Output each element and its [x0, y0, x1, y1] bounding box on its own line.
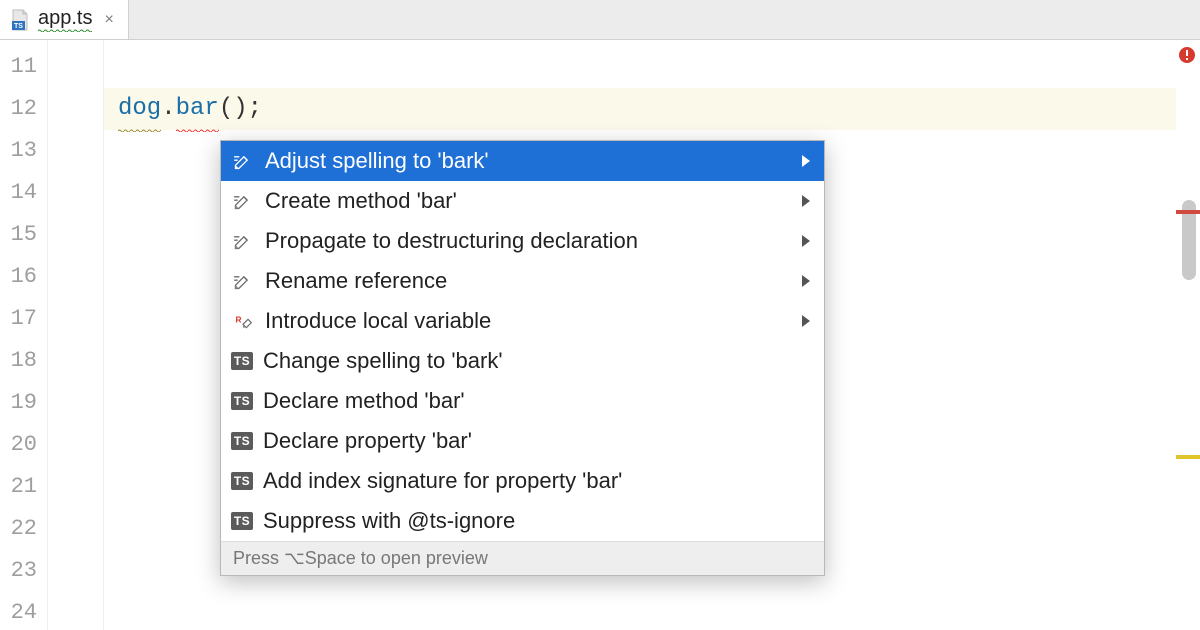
line-number: 20: [0, 424, 47, 466]
tab-close-icon[interactable]: ×: [104, 11, 113, 29]
typescript-file-icon: TS: [8, 8, 32, 32]
intention-actions-popup: Adjust spelling to 'bark' Create method '…: [220, 140, 825, 576]
pencil-icon: [231, 189, 255, 213]
submenu-arrow-icon: [802, 235, 810, 247]
tab-bar: TS app.ts ×: [0, 0, 1200, 40]
intention-label: Declare method 'bar': [263, 388, 810, 414]
intention-item-7[interactable]: TS Declare property 'bar': [221, 421, 824, 461]
intention-item-2[interactable]: Propagate to destructuring declaration: [221, 221, 824, 261]
tab-filename: app.ts: [38, 7, 92, 32]
line-number: 14: [0, 172, 47, 214]
line-number: 17: [0, 298, 47, 340]
pencil-icon: [231, 229, 255, 253]
line-number: 16: [0, 256, 47, 298]
typescript-badge-icon: TS: [231, 392, 253, 410]
identifier-dog[interactable]: dog: [118, 88, 161, 132]
intention-item-5[interactable]: TS Change spelling to 'bark': [221, 341, 824, 381]
pencil-light-icon: [231, 149, 255, 173]
error-marker[interactable]: [1176, 210, 1200, 214]
identifier-bar[interactable]: bar: [176, 88, 219, 132]
submenu-arrow-icon: [802, 155, 810, 167]
line-number: 18: [0, 340, 47, 382]
code-line-24[interactable]: [104, 592, 1176, 630]
intention-label: Introduce local variable: [265, 308, 784, 334]
popup-hint-footer: Press ⌥Space to open preview: [221, 541, 824, 575]
line-number: 19: [0, 382, 47, 424]
line-number: 15: [0, 214, 47, 256]
file-tab-app-ts[interactable]: TS app.ts ×: [0, 0, 129, 39]
typescript-badge-icon: TS: [231, 512, 253, 530]
intention-label: Suppress with @ts-ignore: [263, 508, 810, 534]
intention-label: Change spelling to 'bark': [263, 348, 810, 374]
line-number: 12: [0, 88, 47, 130]
error-badge-icon[interactable]: [1178, 46, 1196, 64]
submenu-arrow-icon: [802, 315, 810, 327]
intention-label: Create method 'bar': [265, 188, 784, 214]
editor-window: TS app.ts × 1112131415161718192021222324…: [0, 0, 1200, 630]
line-number: 22: [0, 508, 47, 550]
intention-item-4[interactable]: R Introduce local variable: [221, 301, 824, 341]
dot-operator: .: [161, 95, 175, 122]
line-number-gutter: 1112131415161718192021222324: [0, 40, 48, 630]
warning-marker[interactable]: [1176, 455, 1200, 459]
call-parens: (): [219, 95, 248, 122]
intention-item-9[interactable]: TS Suppress with @ts-ignore: [221, 501, 824, 541]
line-number: 13: [0, 130, 47, 172]
intention-item-1[interactable]: Create method 'bar': [221, 181, 824, 221]
error-stripe[interactable]: [1176, 40, 1200, 630]
pencil-icon: [231, 269, 255, 293]
intention-label: Propagate to destructuring declaration: [265, 228, 784, 254]
intention-item-6[interactable]: TS Declare method 'bar': [221, 381, 824, 421]
submenu-arrow-icon: [802, 275, 810, 287]
variable-icon: R: [231, 309, 255, 333]
line-number: 11: [0, 46, 47, 88]
semicolon: ;: [248, 95, 262, 122]
intention-label: Adjust spelling to 'bark': [265, 148, 784, 174]
code-line-11[interactable]: [104, 46, 1176, 88]
intention-item-0[interactable]: Adjust spelling to 'bark': [221, 141, 824, 181]
line-number: 23: [0, 550, 47, 592]
code-line-12[interactable]: dog.bar();: [104, 88, 1176, 130]
line-number: 24: [0, 592, 47, 630]
typescript-badge-icon: TS: [231, 472, 253, 490]
typescript-badge-icon: TS: [231, 432, 253, 450]
intention-label: Add index signature for property 'bar': [263, 468, 810, 494]
svg-text:R: R: [236, 315, 242, 325]
intention-item-8[interactable]: TS Add index signature for property 'bar': [221, 461, 824, 501]
svg-text:TS: TS: [14, 23, 23, 30]
submenu-arrow-icon: [802, 195, 810, 207]
fold-column: [48, 40, 104, 630]
intention-label: Rename reference: [265, 268, 784, 294]
intention-label: Declare property 'bar': [263, 428, 810, 454]
line-number: 21: [0, 466, 47, 508]
typescript-badge-icon: TS: [231, 352, 253, 370]
intention-item-3[interactable]: Rename reference: [221, 261, 824, 301]
